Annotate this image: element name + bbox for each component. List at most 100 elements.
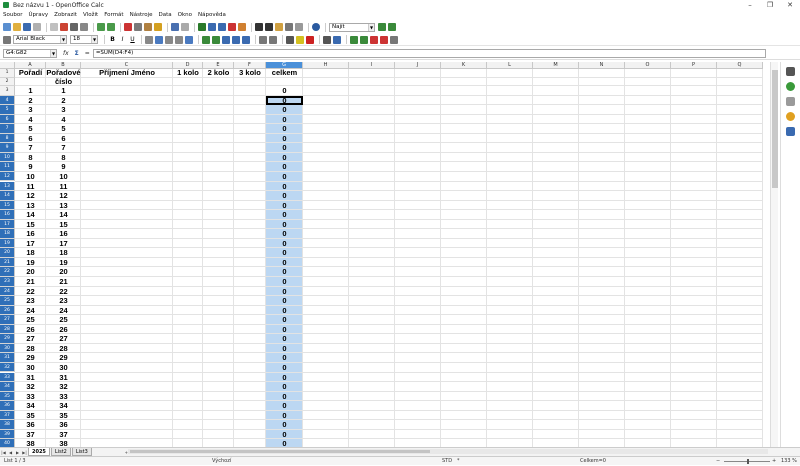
row-header[interactable]: 31	[0, 353, 15, 363]
cell-poradi[interactable]: 20	[15, 267, 46, 277]
paste-icon[interactable]	[144, 23, 152, 31]
insert-rows-icon[interactable]	[350, 35, 358, 44]
find-replace-icon[interactable]	[255, 23, 263, 31]
horizontal-scrollbar[interactable]	[128, 449, 768, 454]
cell-celkem[interactable]: 0	[266, 382, 303, 392]
row-header[interactable]: 38	[0, 420, 15, 430]
cell-poradove-cislo[interactable]: 23	[46, 296, 81, 306]
gallery-icon[interactable]	[275, 23, 283, 31]
cell-poradi[interactable]: 34	[15, 401, 46, 411]
row-header[interactable]: 8	[0, 133, 15, 144]
menu-file[interactable]: Soubor	[3, 12, 22, 18]
select-all-corner[interactable]	[0, 62, 15, 69]
row-header[interactable]: 27	[0, 315, 15, 325]
cell-poradi[interactable]: 29	[15, 353, 46, 363]
row-header[interactable]: 28	[0, 324, 15, 335]
column-header-l[interactable]: L	[487, 62, 533, 69]
add-decimal-icon[interactable]	[232, 35, 240, 44]
cell-poradi[interactable]: 23	[15, 296, 46, 306]
cell-poradi[interactable]: 16	[15, 229, 46, 239]
cell-celkem[interactable]: 0	[266, 315, 303, 325]
spreadsheet-grid[interactable]: A B C D E F G H I J K L M N O P Q 1 2 3 4 5 6 7 8 9 10 11 12 13 14 15 16…	[0, 62, 770, 447]
find-previous-icon[interactable]	[388, 23, 396, 31]
cell-celkem[interactable]: 0	[266, 210, 303, 220]
column-header-q[interactable]: Q	[717, 62, 763, 69]
cell-poradi[interactable]: 11	[15, 182, 46, 192]
cell-poradove-cislo[interactable]: 11	[46, 182, 81, 192]
align-right-icon[interactable]	[165, 35, 173, 44]
cell-celkem[interactable]: 0	[266, 115, 303, 125]
open-icon[interactable]	[13, 23, 21, 31]
first-sheet-button[interactable]: |◀	[0, 450, 7, 455]
cell-poradi[interactable]: 6	[15, 134, 46, 144]
cell-poradi[interactable]: 15	[15, 220, 46, 230]
header-prijmeni-jmeno[interactable]: Příjmení Jméno	[81, 68, 173, 78]
cut-icon[interactable]	[124, 23, 132, 31]
row-header[interactable]: 36	[0, 401, 15, 411]
cell-poradi[interactable]: 21	[15, 277, 46, 287]
percent-format-icon[interactable]	[212, 35, 220, 44]
sheet-tab-list2[interactable]: List2	[50, 448, 71, 456]
cell-celkem[interactable]: 0	[266, 153, 303, 163]
bold-button[interactable]: B	[108, 35, 117, 44]
edit-file-icon[interactable]	[50, 23, 58, 31]
row-header[interactable]: 20	[0, 248, 15, 258]
cell-poradove-cislo[interactable]: 12	[46, 191, 81, 201]
decrease-indent-icon[interactable]	[259, 35, 267, 44]
cell-poradi[interactable]: 3	[15, 105, 46, 115]
cell-celkem[interactable]: 0	[266, 430, 303, 440]
cell-poradove-cislo[interactable]: 21	[46, 277, 81, 287]
menu-edit[interactable]: Úpravy	[28, 12, 48, 18]
export-pdf-icon[interactable]	[60, 23, 68, 31]
cell-poradi[interactable]: 10	[15, 172, 46, 182]
column-header-o[interactable]: O	[625, 62, 671, 69]
column-header-p[interactable]: P	[671, 62, 717, 69]
clone-format-icon[interactable]	[154, 23, 162, 31]
cell-poradove-cislo[interactable]: 1	[46, 86, 81, 96]
cell-celkem[interactable]: 0	[266, 239, 303, 249]
autospellcheck-icon[interactable]	[107, 23, 115, 31]
cell-poradi[interactable]: 2	[15, 96, 46, 106]
cell-celkem[interactable]: 0	[266, 411, 303, 421]
row-header[interactable]: 6	[0, 114, 15, 125]
menu-window[interactable]: Okno	[178, 12, 192, 18]
cell-poradi[interactable]: 9	[15, 162, 46, 172]
column-header-i[interactable]: I	[349, 62, 395, 69]
cell-poradove-cislo[interactable]: 6	[46, 134, 81, 144]
cell-poradove-cislo[interactable]: 19	[46, 258, 81, 268]
cell-poradi[interactable]: 33	[15, 392, 46, 402]
column-header-m[interactable]: M	[533, 62, 579, 69]
cell-poradi[interactable]: 27	[15, 334, 46, 344]
find-input[interactable]: Najít ▼	[329, 22, 375, 32]
row-header[interactable]: 37	[0, 410, 15, 421]
row-header[interactable]: 9	[0, 143, 15, 153]
function-wizard-icon[interactable]: fx	[63, 50, 69, 57]
cell-poradi[interactable]: 12	[15, 191, 46, 201]
cell-poradi[interactable]: 5	[15, 124, 46, 134]
row-header[interactable]: 4	[0, 95, 15, 106]
font-name-box[interactable]: Arial Black ▼	[13, 35, 67, 44]
cell-poradi[interactable]: 26	[15, 325, 46, 335]
cell-poradove-cislo[interactable]: 31	[46, 373, 81, 383]
align-center-icon[interactable]	[155, 35, 163, 44]
row-header[interactable]: 35	[0, 391, 15, 402]
insert-columns-icon[interactable]	[360, 35, 368, 44]
row-header[interactable]: 2	[0, 77, 15, 86]
background-color-icon[interactable]	[296, 35, 304, 44]
cell-celkem[interactable]: 0	[266, 162, 303, 172]
row-header[interactable]: 22	[0, 267, 15, 277]
cell-poradove-cislo[interactable]: 5	[46, 124, 81, 134]
cell-poradove-cislo[interactable]: 4	[46, 115, 81, 125]
cell-poradove-cislo[interactable]: 16	[46, 229, 81, 239]
row-header[interactable]: 32	[0, 362, 15, 373]
cell-poradi[interactable]: 17	[15, 239, 46, 249]
help-icon[interactable]	[312, 23, 320, 31]
cell-celkem[interactable]: 0	[266, 325, 303, 335]
cell-celkem[interactable]: 0	[266, 334, 303, 344]
font-size-box[interactable]: 18 ▼	[70, 35, 98, 44]
row-header[interactable]: 14	[0, 191, 15, 201]
styles-sidebar-icon[interactable]	[786, 82, 795, 91]
cell-celkem[interactable]: 0	[266, 201, 303, 211]
row-header[interactable]: 23	[0, 277, 15, 287]
cell-celkem[interactable]: 0	[266, 134, 303, 144]
